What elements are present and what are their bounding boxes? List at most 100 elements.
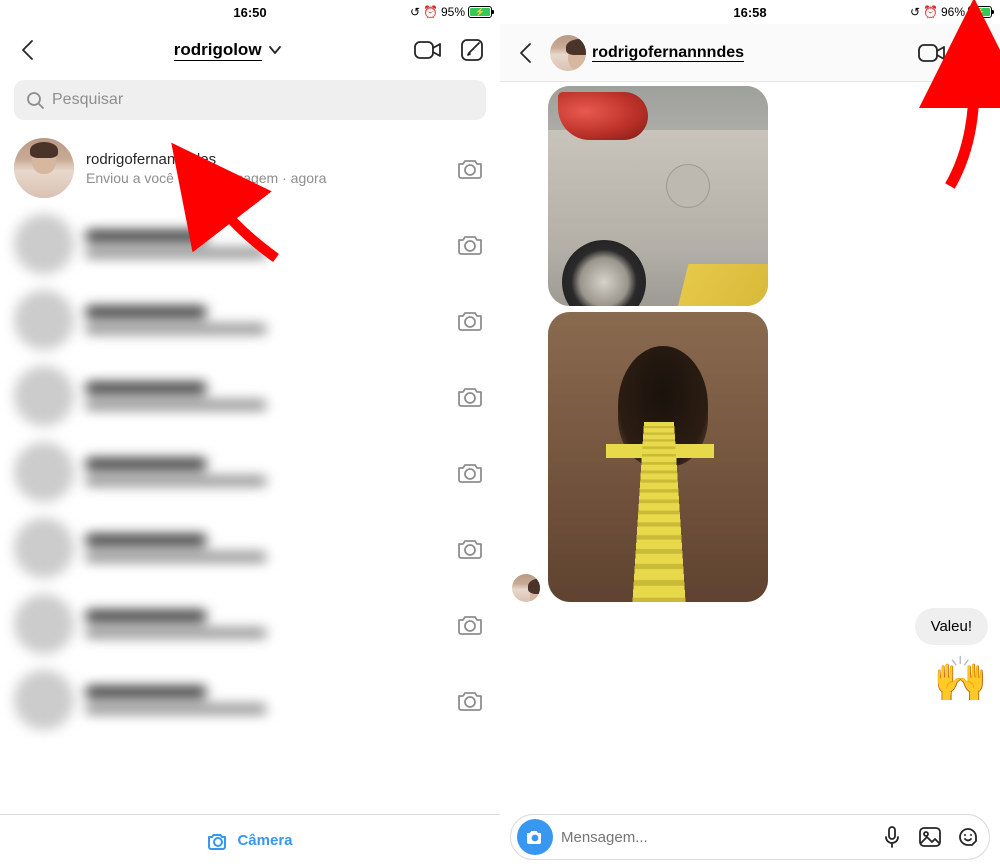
gallery-button[interactable]: [915, 822, 945, 852]
conversation-row-blurred[interactable]: [0, 662, 500, 738]
photo-attachment[interactable]: [548, 312, 768, 602]
conversation-subtitle: Enviou a você uma mensagem · agora: [86, 170, 442, 186]
photo-attachment[interactable]: [548, 86, 768, 306]
search-icon: [26, 91, 44, 109]
alarm-icon: ⏰: [423, 5, 438, 19]
quick-camera-button[interactable]: [454, 532, 486, 564]
direct-inbox-screen: 16:50 ↺ ⏰ 95% ⚡ rodrigolow: [0, 0, 500, 866]
compose-button[interactable]: [454, 32, 490, 68]
avatar: [14, 442, 74, 502]
quick-camera-button[interactable]: [454, 608, 486, 640]
quick-camera-button[interactable]: [454, 380, 486, 412]
camera-icon: [456, 308, 484, 332]
incoming-photo-message[interactable]: [512, 312, 988, 602]
camera-icon: [456, 156, 484, 180]
camera-icon: [456, 384, 484, 408]
direct-thread-screen: 16:58 ↺ ⏰ 96% ⚡ rodrigofernannndes: [500, 0, 1000, 866]
search-placeholder: Pesquisar: [52, 91, 123, 109]
conversation-username[interactable]: rodrigofernannndes: [592, 44, 908, 62]
video-call-button[interactable]: [410, 32, 446, 68]
account-name: rodrigolow: [174, 40, 262, 61]
conversation-row-blurred[interactable]: [0, 434, 500, 510]
outgoing-emoji-message[interactable]: 🙌: [512, 651, 988, 705]
account-switcher[interactable]: rodrigolow: [54, 40, 402, 60]
conversation-text: [86, 230, 442, 258]
camera-footer-label: Câmera: [237, 832, 292, 849]
conversation-text: rodrigofernannndes Enviou a você uma men…: [86, 151, 442, 186]
battery-percent: 95%: [441, 5, 465, 19]
battery-icon: ⚡: [468, 6, 492, 18]
camera-icon: [456, 536, 484, 560]
composer-camera-button[interactable]: [517, 819, 553, 855]
emoji-raised-hands: 🙌: [933, 653, 988, 705]
avatar: [14, 670, 74, 730]
chat-body: Valeu! 🙌: [500, 82, 1000, 810]
video-camera-icon: [413, 38, 443, 62]
camera-icon: [207, 831, 229, 851]
camera-footer-button[interactable]: Câmera: [0, 814, 500, 866]
avatar: [14, 366, 74, 426]
camera-fill-icon: [525, 828, 545, 846]
conversation-text: [86, 458, 442, 486]
sticker-button[interactable]: [953, 822, 983, 852]
camera-icon: [456, 612, 484, 636]
quick-camera-button[interactable]: [454, 684, 486, 716]
avatar: [14, 594, 74, 654]
thread-header: rodrigofernannndes: [500, 24, 1000, 82]
thread-info-button[interactable]: [956, 35, 992, 71]
camera-icon: [456, 688, 484, 712]
search-field[interactable]: Pesquisar: [14, 80, 486, 120]
sticker-icon: [956, 825, 980, 849]
camera-icon: [456, 232, 484, 256]
chevron-left-icon: [20, 39, 36, 61]
chevron-down-icon: [268, 45, 282, 55]
quick-camera-button[interactable]: [454, 304, 486, 336]
conversation-name: rodrigofernannndes: [86, 151, 442, 168]
conversation-row-blurred[interactable]: [0, 510, 500, 586]
conversation-row-blurred[interactable]: [0, 358, 500, 434]
conversation-row-blurred[interactable]: [0, 586, 500, 662]
conversation-avatar[interactable]: [550, 35, 586, 71]
message-composer[interactable]: [510, 814, 990, 860]
conversation-text: [86, 610, 442, 638]
status-bar: 16:58 ↺ ⏰ 96% ⚡: [500, 0, 1000, 24]
status-right: ↺ ⏰ 96% ⚡: [910, 5, 992, 19]
voice-message-button[interactable]: [877, 822, 907, 852]
avatar: [14, 138, 74, 198]
conversation-row[interactable]: rodrigofernannndes Enviou a você uma men…: [0, 130, 500, 206]
inbox-header: rodrigolow: [0, 24, 500, 76]
video-camera-icon: [917, 41, 947, 65]
quick-camera-button[interactable]: [454, 456, 486, 488]
conversation-row-blurred[interactable]: [0, 206, 500, 282]
quick-camera-button[interactable]: [454, 228, 486, 260]
microphone-icon: [882, 825, 902, 849]
video-call-button[interactable]: [914, 35, 950, 71]
outgoing-text-message[interactable]: Valeu!: [512, 608, 988, 645]
status-right: ↺ ⏰ 95% ⚡: [410, 5, 492, 19]
status-time: 16:50: [233, 5, 266, 20]
conversation-text: [86, 686, 442, 714]
quick-camera-button[interactable]: [454, 152, 486, 184]
avatar: [14, 518, 74, 578]
alarm-icon: ⏰: [923, 5, 938, 19]
conversation-text: [86, 306, 442, 334]
back-button[interactable]: [508, 35, 544, 71]
avatar: [14, 214, 74, 274]
battery-icon: ⚡: [968, 6, 992, 18]
incoming-photo-message[interactable]: [512, 86, 988, 306]
sender-avatar[interactable]: [512, 574, 540, 602]
compose-icon: [459, 37, 485, 63]
status-time: 16:58: [733, 5, 766, 20]
avatar: [14, 290, 74, 350]
back-button[interactable]: [10, 32, 46, 68]
camera-icon: [456, 460, 484, 484]
composer-input[interactable]: [561, 829, 869, 846]
conversation-row-blurred[interactable]: [0, 282, 500, 358]
battery-percent: 96%: [941, 5, 965, 19]
message-bubble: Valeu!: [915, 608, 988, 645]
status-bar: 16:50 ↺ ⏰ 95% ⚡: [0, 0, 500, 24]
orientation-lock-icon: ↺: [910, 5, 920, 19]
chevron-left-icon: [518, 42, 534, 64]
conversation-text: [86, 382, 442, 410]
orientation-lock-icon: ↺: [410, 5, 420, 19]
